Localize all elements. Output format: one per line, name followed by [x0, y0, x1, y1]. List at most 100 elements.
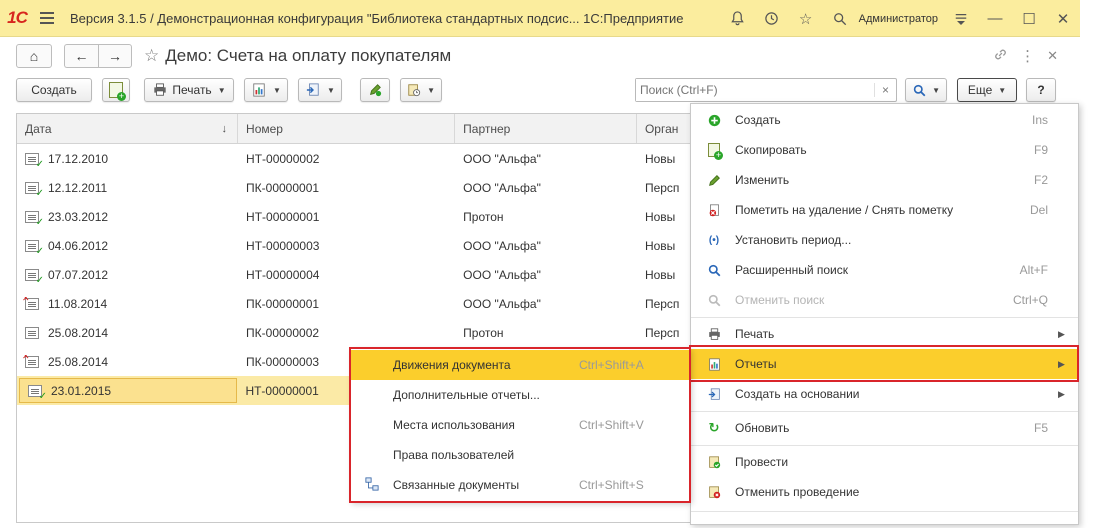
menu-item-create[interactable]: Создать Ins	[691, 105, 1078, 135]
cell-date: 23.01.2015	[19, 378, 238, 403]
cell-date: 25.08.2014	[17, 355, 238, 369]
plus-circle-icon	[707, 113, 721, 127]
cell-date: 11.08.2014	[17, 297, 238, 311]
menu-item-mark-delete[interactable]: Пометить на удаление / Снять пометку Del	[691, 195, 1078, 225]
cell-date: 07.07.2012	[17, 268, 238, 282]
cell-number: НТ-00000002	[246, 151, 320, 166]
user-name[interactable]: Администратор	[859, 13, 938, 25]
command-bar: Создать Печать ▼ ▼ ▼ ▼	[16, 78, 452, 102]
window-title: Версия 3.1.5 / Демонстрационная конфигур…	[70, 10, 684, 26]
back-button[interactable]: ←	[64, 44, 98, 68]
table-row[interactable]: 11.08.2014 ПК-00000001 ООО "Альфа" Персп	[17, 289, 696, 318]
forward-button[interactable]: →	[98, 44, 132, 68]
printer-icon	[707, 327, 721, 341]
column-header-organization[interactable]: Орган	[637, 114, 696, 143]
cell-date: 25.08.2014	[17, 326, 238, 340]
post-edit-button[interactable]	[360, 78, 390, 102]
favorites-star-icon[interactable]: ☆	[789, 0, 823, 37]
refresh-icon: ↻	[708, 420, 720, 435]
history-icon[interactable]	[755, 0, 789, 37]
cell-date-text: 23.03.2012	[48, 209, 109, 224]
column-header-date[interactable]: Дата ↓	[17, 114, 239, 143]
sort-down-icon: ↓	[221, 123, 228, 135]
search-input[interactable]	[636, 79, 874, 101]
logo-text: 1С	[7, 8, 28, 27]
more-button[interactable]: Еще ▼	[957, 78, 1017, 102]
chevron-down-icon: ▼	[427, 85, 435, 95]
chevron-right-icon: ▶	[1058, 328, 1065, 339]
reports-button[interactable]: ▼	[244, 78, 288, 102]
maximize-icon[interactable]: ☐	[1012, 0, 1046, 37]
clear-search-icon[interactable]: ×	[874, 83, 896, 97]
pencil-icon	[707, 173, 721, 187]
search-field[interactable]: ×	[635, 78, 897, 102]
help-button[interactable]: ?	[1026, 78, 1056, 102]
minimize-icon[interactable]: —	[978, 0, 1012, 37]
menu-item-post[interactable]: Провести	[691, 447, 1078, 477]
star-icon[interactable]: ☆	[144, 46, 159, 66]
column-header-partner[interactable]: Партнер	[455, 114, 637, 143]
menu-item-create-based[interactable]: Создать на основании ▶	[691, 379, 1078, 409]
menu-item-unpost[interactable]: Отменить проведение	[691, 477, 1078, 507]
home-icon: ⌂	[29, 48, 39, 64]
cell-date-text: 04.06.2012	[48, 238, 109, 253]
search-icon[interactable]	[823, 0, 857, 37]
column-header-number[interactable]: Номер	[238, 114, 456, 143]
cell-partner: Протон	[463, 209, 504, 224]
title-bar: 1С Версия 3.1.5 / Демонстрационная конфи…	[0, 0, 1080, 37]
menu-item-cancel-search[interactable]: Отменить поиск Ctrl+Q	[691, 285, 1078, 315]
search-button[interactable]: ▼	[905, 78, 947, 102]
close-icon[interactable]: ✕	[1046, 0, 1080, 37]
menu-item-copy[interactable]: Скопировать F9	[691, 135, 1078, 165]
table-row[interactable]: 17.12.2010 НТ-00000002 ООО "Альфа" Новы	[17, 144, 696, 173]
copy-icon	[707, 143, 723, 160]
table-row[interactable]: 04.06.2012 НТ-00000003 ООО "Альфа" Новы	[17, 231, 696, 260]
cell-number: НТ-00000003	[246, 238, 320, 253]
table-row[interactable]: 25.08.2014 ПК-00000002 Протон Персп	[17, 318, 696, 347]
cell-organization: Новы	[644, 238, 676, 253]
table-row[interactable]: 23.03.2012 НТ-00000001 Протон Новы	[17, 202, 696, 231]
table-header: Дата ↓ Номер Партнер Орган	[17, 114, 696, 144]
bell-icon[interactable]	[721, 0, 755, 37]
cell-date-text: 17.12.2010	[48, 151, 109, 166]
home-button[interactable]: ⌂	[16, 44, 52, 68]
table-row[interactable]: 12.12.2011 ПК-00000001 ООО "Альфа" Персп	[17, 173, 696, 202]
menu-separator	[691, 511, 1078, 512]
copy-button[interactable]	[102, 78, 130, 102]
cell-date-text: 12.12.2011	[48, 180, 108, 195]
menu-item-advanced-search[interactable]: Расширенный поиск Alt+F	[691, 255, 1078, 285]
main-menu-icon[interactable]	[34, 12, 60, 24]
menu-separator	[691, 445, 1078, 446]
close-form-icon[interactable]: ✕	[1047, 48, 1058, 64]
link-icon[interactable]	[993, 47, 1008, 66]
chevron-down-icon: ▼	[932, 85, 940, 95]
create-based-icon	[305, 82, 321, 98]
app-logo[interactable]: 1С	[0, 0, 34, 37]
cell-organization: Персп	[644, 296, 680, 311]
settings-menu-icon[interactable]	[944, 0, 978, 37]
cell-date: 23.03.2012	[17, 210, 238, 224]
menu-item-set-period[interactable]: (•) Установить период...	[691, 225, 1078, 255]
create-based-button[interactable]: ▼	[298, 78, 342, 102]
create-button[interactable]: Создать	[16, 78, 92, 102]
menu-item-refresh[interactable]: ↻ Обновить F5	[691, 413, 1078, 443]
cell-number: ПК-00000001	[246, 180, 320, 195]
cell-date-text: 25.08.2014	[48, 354, 109, 369]
delete-mark-icon	[707, 203, 721, 217]
cell-number: НТ-00000004	[246, 267, 320, 282]
journal-icon	[407, 82, 421, 98]
chevron-down-icon: ▼	[273, 85, 281, 95]
cell-number: НТ-00000001	[246, 209, 320, 224]
menu-item-edit[interactable]: Изменить F2	[691, 165, 1078, 195]
table-row[interactable]: 07.07.2012 НТ-00000004 ООО "Альфа" Новы	[17, 260, 696, 289]
more-vertical-icon[interactable]: ⋮	[1020, 47, 1035, 65]
create-based-icon	[707, 387, 721, 401]
cell-partner: Протон	[463, 325, 504, 340]
search-icon	[912, 82, 926, 98]
print-label: Печать	[172, 83, 212, 97]
print-button[interactable]: Печать ▼	[144, 78, 234, 102]
document-icon	[25, 326, 39, 339]
document-deleted-icon	[22, 355, 39, 368]
cell-partner: ООО "Альфа"	[463, 180, 541, 195]
journal-button[interactable]: ▼	[400, 78, 442, 102]
